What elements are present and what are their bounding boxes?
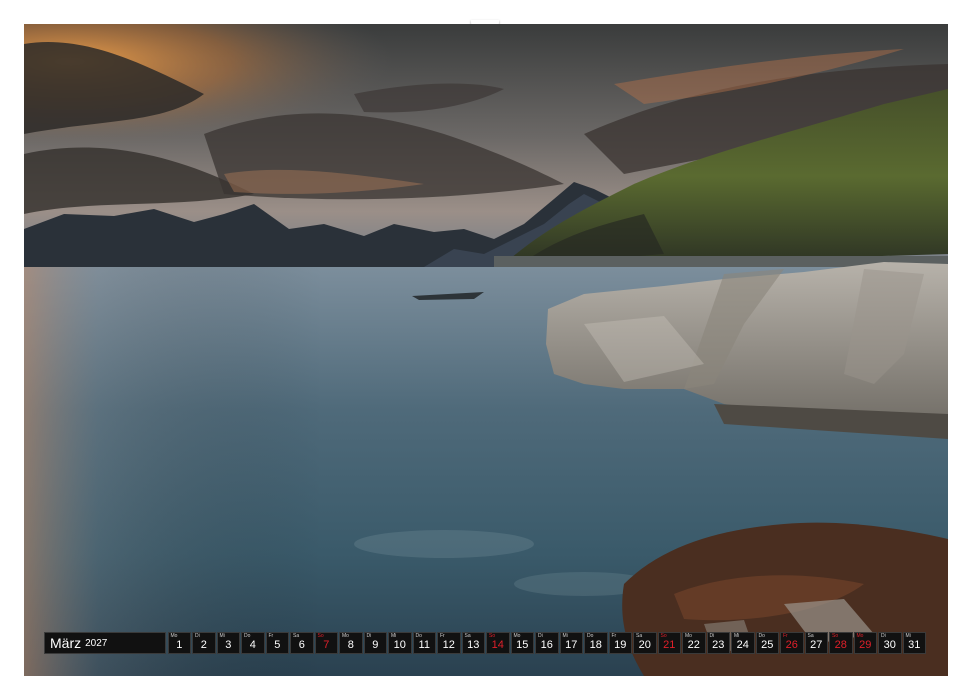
landscape-photo [24, 24, 948, 676]
day-number: 18 [589, 639, 602, 651]
day-number: 28 [834, 639, 847, 651]
day-number: 14 [491, 639, 504, 651]
day-number: 31 [908, 639, 921, 651]
day-number: 27 [810, 639, 823, 651]
day-number: 20 [638, 639, 651, 651]
day-number: 25 [761, 639, 774, 651]
day-number: 12 [442, 639, 455, 651]
day-number: 7 [323, 639, 330, 651]
day-number: 8 [347, 639, 354, 651]
day-cell: Sa 6 [290, 632, 314, 654]
day-cell: Mo 22 [682, 632, 706, 654]
day-number: 30 [883, 639, 896, 651]
day-cell: Do 4 [241, 632, 265, 654]
day-cell: Di 9 [363, 632, 387, 654]
day-cell: Mi 31 [902, 632, 926, 654]
day-cell: Sa 13 [461, 632, 485, 654]
day-cell: Fr 12 [437, 632, 461, 654]
day-number: 10 [393, 639, 406, 651]
day-number: 3 [225, 639, 232, 651]
day-cell: So 28 [829, 632, 853, 654]
month-name: März [50, 635, 82, 651]
day-number: 1 [176, 639, 183, 651]
day-cell: Sa 27 [804, 632, 828, 654]
day-number: 6 [298, 639, 305, 651]
day-cell: Fr 19 [608, 632, 632, 654]
day-cell: Mo 29 [853, 632, 877, 654]
day-cell: Di 23 [706, 632, 730, 654]
day-cell: Fr 26 [780, 632, 804, 654]
day-number: 5 [274, 639, 281, 651]
day-number: 4 [249, 639, 256, 651]
month-label: März 2027 [44, 632, 166, 654]
day-cell: So 21 [657, 632, 681, 654]
day-number: 9 [372, 639, 379, 651]
day-number: 11 [418, 639, 430, 651]
day-cell: So 14 [486, 632, 510, 654]
day-number: 22 [687, 639, 700, 651]
day-cell: Di 30 [878, 632, 902, 654]
day-cell: Mi 3 [216, 632, 240, 654]
day-cell: Do 11 [412, 632, 436, 654]
day-number: 29 [859, 639, 872, 651]
day-number: 15 [516, 639, 529, 651]
day-number: 2 [200, 639, 207, 651]
day-cell: Mo 15 [510, 632, 534, 654]
day-number: 16 [540, 639, 553, 651]
calendar-strip: März 2027 Mo 1 Di 2 Mi 3 Do 4 Fr 5 Sa 6 So 7 Mo 8 Di 9 Mi 1… [44, 632, 926, 654]
day-cell: Mi 17 [559, 632, 583, 654]
day-number: 17 [565, 639, 578, 651]
day-cell: So 7 [314, 632, 338, 654]
day-cell: Di 2 [192, 632, 216, 654]
day-number: 19 [614, 639, 627, 651]
day-cell: Di 16 [535, 632, 559, 654]
day-cell: Mi 10 [388, 632, 412, 654]
day-number: 24 [736, 639, 749, 651]
day-cell: Mi 24 [731, 632, 755, 654]
day-number: 23 [712, 639, 725, 651]
day-cells: Mo 1 Di 2 Mi 3 Do 4 Fr 5 Sa 6 So 7 Mo 8 Di 9 Mi 10 Do 11 Fr 12 S… [167, 632, 926, 654]
day-number: 13 [467, 639, 480, 651]
day-cell: Do 25 [755, 632, 779, 654]
day-cell: Mo 1 [167, 632, 191, 654]
day-number: 26 [785, 639, 798, 651]
day-cell: Fr 5 [265, 632, 289, 654]
day-cell: Mo 8 [339, 632, 363, 654]
day-number: 21 [663, 639, 676, 651]
day-cell: Do 18 [584, 632, 608, 654]
month-year: 2027 [85, 637, 108, 649]
day-cell: Sa 20 [633, 632, 657, 654]
